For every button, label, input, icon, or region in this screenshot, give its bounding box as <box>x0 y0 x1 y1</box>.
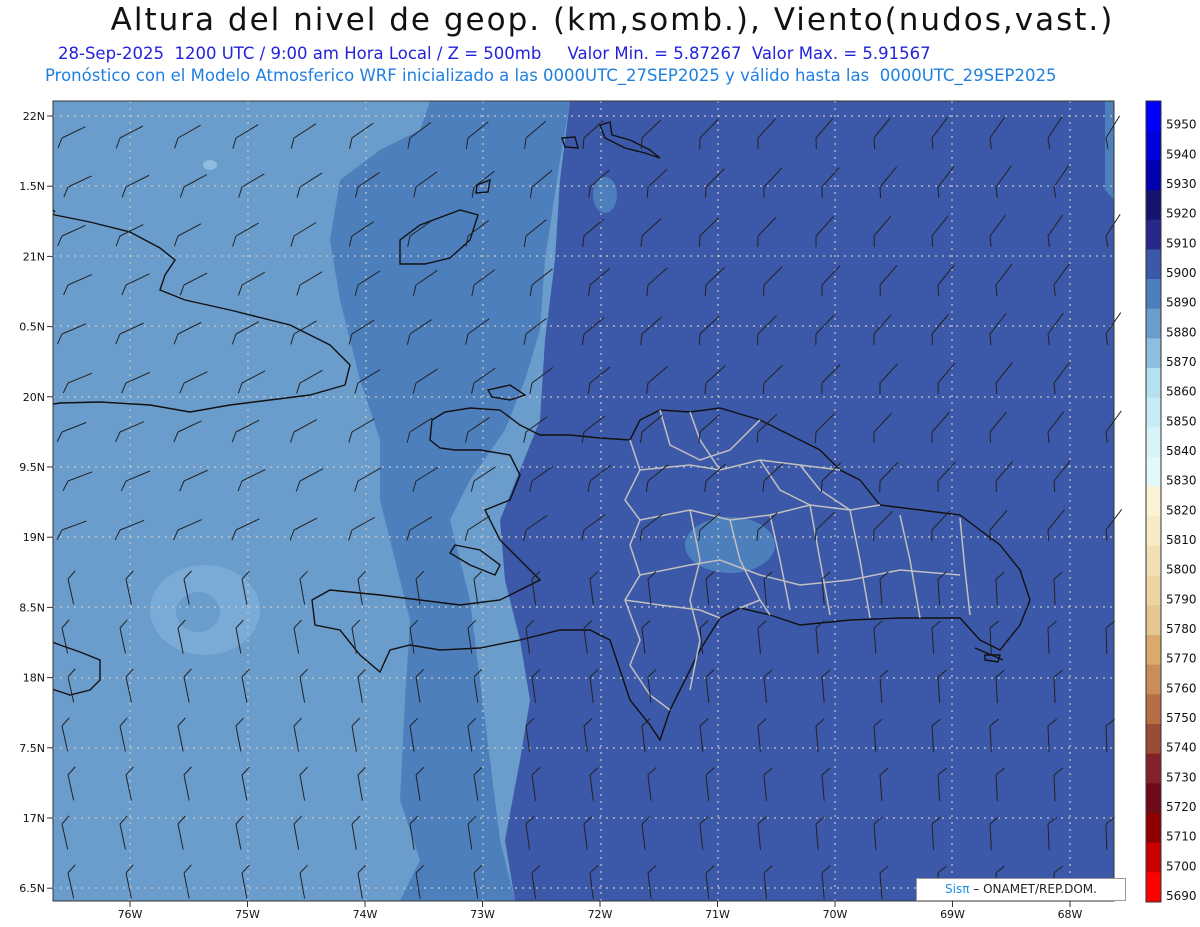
colorbar-swatch <box>1146 219 1161 250</box>
colorbar-swatch <box>1146 664 1161 695</box>
colorbar-label: 5870 <box>1166 355 1197 369</box>
lat-label: 20N <box>23 391 45 404</box>
colorbar-swatch <box>1146 546 1161 577</box>
lat-label: 9.5N <box>19 461 45 474</box>
colorbar-label: 5890 <box>1166 296 1197 310</box>
longitude-axis: 76W 75W 74W 73W 72W 71W 70W 69W 68W <box>118 901 1083 921</box>
colorbar-label: 5750 <box>1166 711 1197 725</box>
colorbar-swatch <box>1146 486 1161 517</box>
colorbar-swatch <box>1146 575 1161 606</box>
colorbar-label: 5920 <box>1166 207 1197 221</box>
shade-5900-region <box>500 101 1114 901</box>
colorbar: 5950 5940 5930 5920 5910 5900 5890 5880 5870 5860… <box>1145 100 1197 903</box>
colorbar-swatch <box>1146 516 1161 547</box>
colorbar-swatch <box>1146 279 1161 310</box>
colorbar-swatch <box>1146 249 1161 280</box>
colorbar-label: 5900 <box>1166 266 1197 280</box>
colorbar-label: 5820 <box>1166 503 1197 517</box>
colorbar-label: 5850 <box>1166 414 1197 428</box>
wind-barb-feather <box>995 382 998 395</box>
colorbar-swatch <box>1146 308 1161 339</box>
colorbar-label: 5770 <box>1166 652 1197 666</box>
lon-label: 72W <box>588 908 613 921</box>
lat-label: 8.5N <box>19 601 45 614</box>
colorbar-label: 5720 <box>1166 800 1197 814</box>
colorbar-label: 5940 <box>1166 147 1197 161</box>
wind-barb-feather <box>762 382 765 395</box>
lat-label: 1.5N <box>19 180 45 193</box>
lat-label: 21N <box>23 250 45 263</box>
colorbar-swatch <box>1146 783 1161 814</box>
lon-label: 70W <box>823 908 848 921</box>
geopotential-shading <box>53 101 1114 901</box>
lat-label: 18N <box>23 672 45 685</box>
wind-barb-feather <box>640 137 643 150</box>
credit-box: Sisπ – ONAMET/REP.DOM. <box>916 878 1126 901</box>
colorbar-label: 5830 <box>1166 474 1197 488</box>
colorbar-label: 5910 <box>1166 236 1197 250</box>
colorbar-swatch <box>1146 130 1161 161</box>
credit-text: – ONAMET/REP.DOM. <box>969 882 1097 896</box>
sispi-logo-text: Sisπ <box>945 882 970 896</box>
wind-barb-feather <box>756 333 759 346</box>
lon-label: 68W <box>1058 908 1083 921</box>
wind-barb-feather <box>820 480 823 493</box>
colorbar-label: 5740 <box>1166 741 1197 755</box>
wind-barb-feather <box>937 284 940 297</box>
colorbar-label: 5760 <box>1166 681 1197 695</box>
colorbar-label: 5950 <box>1166 118 1197 132</box>
colorbar-label: 5700 <box>1166 859 1197 873</box>
wind-barb-feather <box>698 235 701 248</box>
lon-label: 76W <box>118 908 143 921</box>
colorbar-swatch <box>1146 753 1161 784</box>
latitude-axis: 22N 1.5N 21N 0.5N 20N 9.5N 19N 8.5N 18N 7.5N 17N 6.… <box>19 110 53 895</box>
colorbar-label: 5690 <box>1166 889 1197 903</box>
wind-barb-feather <box>873 137 876 150</box>
lat-label: 19N <box>23 531 45 544</box>
colorbar-label: 5800 <box>1166 563 1197 577</box>
colorbar-label: 5810 <box>1166 533 1197 547</box>
map-canvas: 22N 1.5N 21N 0.5N 20N 9.5N 19N 8.5N 18N 7.5N 17N 6.… <box>19 100 1197 921</box>
lat-label: 6.5N <box>19 882 45 895</box>
colorbar-swatch <box>1146 190 1161 221</box>
colorbar-swatch <box>1146 694 1161 725</box>
lon-label: 75W <box>235 908 260 921</box>
lon-label: 71W <box>705 908 730 921</box>
lon-label: 69W <box>940 908 965 921</box>
colorbar-swatch <box>1146 605 1161 636</box>
lon-label: 73W <box>470 908 495 921</box>
lat-label: 17N <box>23 812 45 825</box>
colorbar-swatch <box>1146 872 1161 903</box>
colorbar-label: 5880 <box>1166 325 1197 339</box>
colorbar-swatch <box>1146 397 1161 428</box>
colorbar-swatch <box>1146 368 1161 399</box>
colorbar-swatch <box>1146 338 1161 369</box>
colorbar-label: 5710 <box>1166 830 1197 844</box>
colorbar-swatch <box>1146 427 1161 458</box>
colorbar-label: 5840 <box>1166 444 1197 458</box>
colorbar-swatch <box>1146 813 1161 844</box>
colorbar-label: 5930 <box>1166 177 1197 191</box>
lat-label: 7.5N <box>19 742 45 755</box>
colorbar-swatch <box>1146 842 1161 873</box>
wind-barb-feather <box>879 186 882 199</box>
wind-barb-feather <box>989 431 992 444</box>
colorbar-swatch <box>1146 160 1161 191</box>
colorbar-swatch <box>1146 635 1161 666</box>
colorbar-label: 5780 <box>1166 622 1197 636</box>
colorbar-label: 5730 <box>1166 770 1197 784</box>
colorbar-swatch <box>1146 101 1161 132</box>
colorbar-swatch <box>1146 457 1161 488</box>
lon-label: 74W <box>353 908 378 921</box>
wind-barb-feather <box>1047 529 1050 542</box>
lat-label: 0.5N <box>19 321 45 334</box>
colorbar-label: 5790 <box>1166 592 1197 606</box>
colorbar-swatch <box>1146 724 1161 755</box>
colorbar-label: 5860 <box>1166 385 1197 399</box>
lat-label: 22N <box>23 110 45 123</box>
